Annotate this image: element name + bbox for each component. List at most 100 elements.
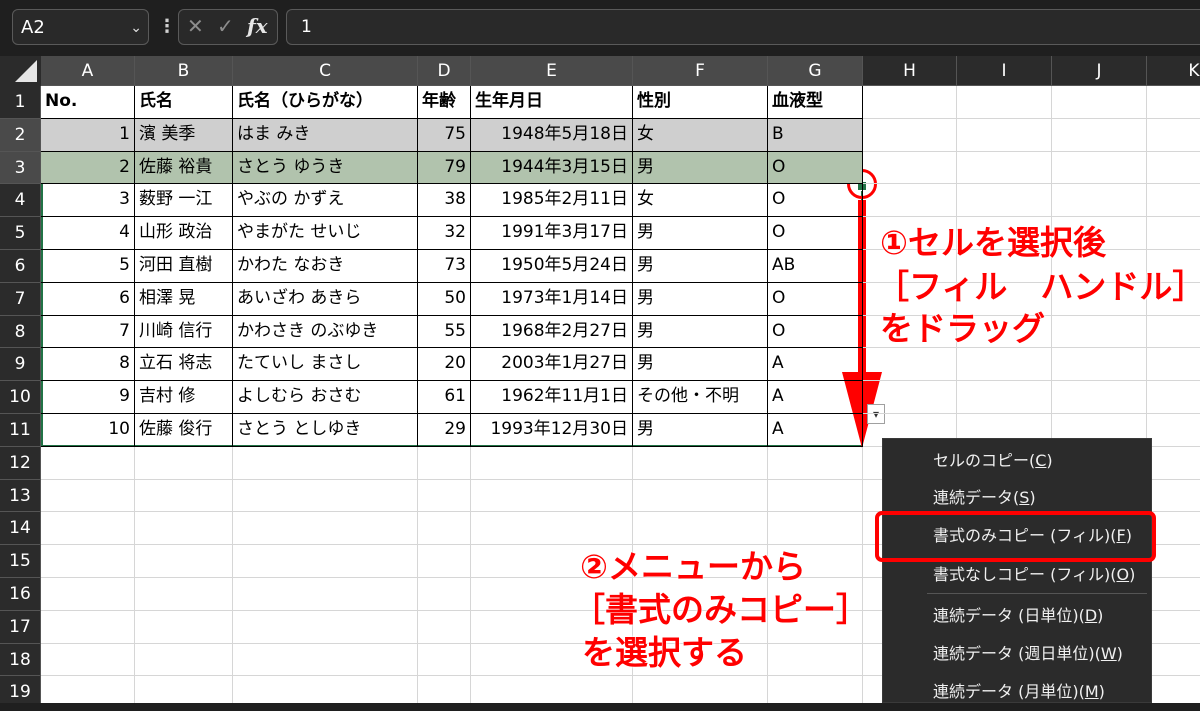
grid-cell[interactable]	[135, 446, 233, 480]
row-header-15[interactable]: 15	[0, 545, 41, 578]
table-header-cell[interactable]: 氏名	[135, 86, 233, 119]
grid-cell[interactable]	[1147, 414, 1200, 447]
grid-cell[interactable]	[633, 446, 768, 480]
grid-cell[interactable]	[1147, 644, 1200, 677]
table-cell[interactable]: 50	[418, 282, 471, 316]
table-header-cell[interactable]: 氏名（ひらがな）	[233, 86, 418, 119]
grid-cell[interactable]	[1052, 315, 1147, 349]
grid-cell[interactable]	[418, 545, 471, 578]
grid-cell[interactable]	[233, 643, 418, 677]
grid-cell[interactable]	[1147, 217, 1200, 250]
table-cell[interactable]: 8	[41, 348, 135, 382]
table-cell[interactable]: 7	[41, 315, 135, 349]
grid-cell[interactable]	[863, 184, 957, 218]
table-cell[interactable]: 73	[418, 250, 471, 283]
grid-cell[interactable]	[233, 446, 418, 480]
table-cell[interactable]: 男	[633, 250, 768, 283]
chevron-down-icon[interactable]: ⌄	[130, 10, 142, 46]
table-cell[interactable]: 38	[418, 184, 471, 218]
table-cell[interactable]: 女	[633, 184, 768, 218]
table-cell[interactable]: 2003年1月27日	[471, 348, 633, 382]
table-cell[interactable]: 男	[633, 315, 768, 349]
grid-cell[interactable]	[135, 578, 233, 611]
grid-cell[interactable]	[135, 545, 233, 578]
table-cell[interactable]: O	[768, 184, 863, 218]
table-cell[interactable]: 立石 将志	[135, 348, 233, 382]
grid-cell[interactable]	[233, 610, 418, 644]
table-cell[interactable]: 1	[41, 118, 135, 152]
row-header-12[interactable]: 12	[0, 446, 41, 480]
column-header-e[interactable]: E	[471, 56, 633, 86]
column-header-h[interactable]: H	[863, 56, 957, 86]
grid-cell[interactable]	[1052, 151, 1147, 185]
grid-cell[interactable]	[471, 479, 633, 513]
grid-cell[interactable]	[1147, 184, 1200, 218]
table-cell[interactable]: 1968年2月27日	[471, 315, 633, 349]
table-cell[interactable]: 20	[418, 348, 471, 382]
table-cell[interactable]: あいざわ あきら	[233, 282, 418, 316]
grid-cell[interactable]	[41, 610, 135, 644]
grid-cell[interactable]	[233, 578, 418, 611]
row-header-4[interactable]: 4	[0, 184, 41, 218]
table-cell[interactable]: A	[768, 348, 863, 382]
table-cell[interactable]: 5	[41, 250, 135, 283]
table-cell[interactable]: さとう としゆき	[233, 414, 418, 447]
table-cell[interactable]: かわた なおき	[233, 250, 418, 283]
table-cell[interactable]: やまがた せいじ	[233, 217, 418, 250]
cancel-icon[interactable]: ✕	[187, 14, 204, 38]
grid-cell[interactable]	[1052, 184, 1147, 218]
table-cell[interactable]: たていし まさし	[233, 348, 418, 382]
table-cell[interactable]: 相澤 晃	[135, 282, 233, 316]
table-cell[interactable]: 男	[633, 282, 768, 316]
table-cell[interactable]: B	[768, 118, 863, 152]
grid-cell[interactable]	[471, 512, 633, 546]
grid-cell[interactable]	[863, 118, 957, 152]
row-header-18[interactable]: 18	[0, 643, 41, 677]
grid-cell[interactable]	[418, 676, 471, 703]
grid-cell[interactable]	[471, 676, 633, 703]
grid-cell[interactable]	[957, 86, 1052, 119]
grid-cell[interactable]	[418, 479, 471, 513]
insert-function-icon[interactable]: fx	[247, 14, 268, 38]
grid-cell[interactable]	[135, 479, 233, 513]
table-cell[interactable]: 6	[41, 282, 135, 316]
column-header-b[interactable]: B	[135, 56, 233, 86]
grid-cell[interactable]	[135, 676, 233, 703]
grid-cell[interactable]	[768, 643, 863, 677]
table-cell[interactable]: 薮野 一江	[135, 184, 233, 218]
grid-cell[interactable]	[768, 676, 863, 703]
grid-cell[interactable]	[1147, 480, 1200, 513]
table-cell[interactable]: 濱 美季	[135, 118, 233, 152]
table-cell[interactable]: 9	[41, 381, 135, 414]
grid-cell[interactable]	[1147, 86, 1200, 119]
table-cell[interactable]: 10	[41, 414, 135, 447]
column-header-g[interactable]: G	[768, 56, 863, 86]
table-cell[interactable]: 61	[418, 381, 471, 414]
grid-cell[interactable]	[1052, 118, 1147, 152]
grid-cell[interactable]	[41, 479, 135, 513]
table-cell[interactable]: 佐藤 裕貴	[135, 151, 233, 185]
table-cell[interactable]: さとう ゆうき	[233, 151, 418, 185]
table-header-cell[interactable]: 性別	[633, 86, 768, 119]
row-header-2[interactable]: 2	[0, 118, 41, 152]
more-options-icon[interactable]: ⋮	[158, 16, 176, 37]
table-cell[interactable]: 男	[633, 414, 768, 447]
table-cell[interactable]: 2	[41, 151, 135, 185]
grid-cell[interactable]	[41, 545, 135, 578]
grid-cell[interactable]	[418, 446, 471, 480]
grid-cell[interactable]	[633, 676, 768, 703]
grid-cell[interactable]	[863, 86, 957, 119]
grid-cell[interactable]	[1052, 86, 1147, 119]
grid-cell[interactable]	[1147, 152, 1200, 185]
menu-item-4[interactable]: 連続データ (日単位)(D)	[883, 597, 1151, 635]
grid-cell[interactable]	[418, 578, 471, 611]
table-cell[interactable]: 男	[633, 217, 768, 250]
grid-cell[interactable]	[135, 610, 233, 644]
table-cell[interactable]: 吉村 修	[135, 381, 233, 414]
table-header-cell[interactable]: 年齢	[418, 86, 471, 119]
formula-input[interactable]: 1	[286, 9, 1200, 45]
name-box[interactable]: A2 ⌄	[12, 9, 149, 45]
row-header-11[interactable]: 11	[0, 414, 41, 447]
table-cell[interactable]: 佐藤 俊行	[135, 414, 233, 447]
table-cell[interactable]: 男	[633, 348, 768, 382]
